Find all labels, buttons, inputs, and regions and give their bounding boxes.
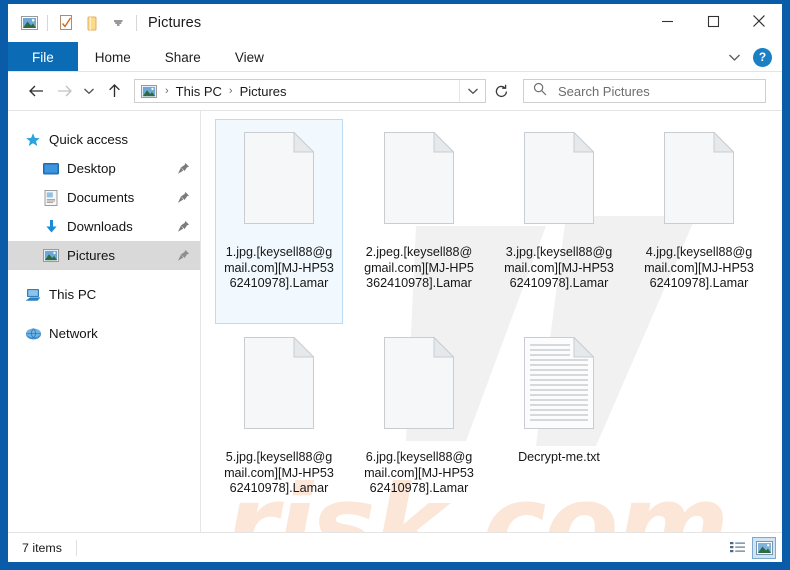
blank-file-icon xyxy=(244,337,314,443)
sidebar-item-pictures[interactable]: Pictures xyxy=(8,241,200,270)
breadcrumb-this-pc[interactable]: This PC xyxy=(175,84,223,99)
ribbon-tabs: File Home Share View ? xyxy=(8,42,782,72)
picture-icon xyxy=(42,247,60,265)
status-divider xyxy=(75,539,77,556)
file-list-view[interactable]: risk.com 1.jpg.[keysell88@gmail.com][MJ-… xyxy=(200,111,782,532)
sidebar-label: Network xyxy=(49,326,98,341)
tab-home[interactable]: Home xyxy=(78,42,148,72)
downloads-icon xyxy=(42,218,60,236)
sidebar-item-network[interactable]: Network xyxy=(8,319,200,348)
address-toolbar: › This PC › Pictures Search Pictures xyxy=(8,72,782,110)
sidebar-item-desktop[interactable]: Desktop xyxy=(8,154,200,183)
new-folder-icon[interactable] xyxy=(79,8,105,38)
pin-icon[interactable] xyxy=(177,191,190,204)
help-icon[interactable]: ? xyxy=(753,47,772,67)
this-pc-icon xyxy=(24,286,42,304)
navigation-pane: Quick access Desktop Documents Downloads… xyxy=(8,111,200,532)
tab-file[interactable]: File xyxy=(8,42,78,72)
explorer-body: Quick access Desktop Documents Downloads… xyxy=(8,110,782,532)
search-box[interactable]: Search Pictures xyxy=(523,79,766,103)
star-icon xyxy=(24,131,42,149)
sidebar-label: Documents xyxy=(67,190,135,205)
file-item[interactable]: 3.jpg.[keysell88@gmail.com][MJ-HP5362410… xyxy=(495,119,623,324)
refresh-icon[interactable] xyxy=(486,79,516,103)
file-item[interactable]: 6.jpg.[keysell88@gmail.com][MJ-HP5362410… xyxy=(355,324,483,529)
minimize-icon[interactable] xyxy=(644,4,690,38)
documents-icon xyxy=(42,189,60,207)
up-button[interactable] xyxy=(100,77,128,105)
tab-share[interactable]: Share xyxy=(148,42,218,72)
file-name: 4.jpg.[keysell88@gmail.com][MJ-HP5362410… xyxy=(644,245,754,291)
sidebar-item-documents[interactable]: Documents xyxy=(8,183,200,212)
maximize-icon[interactable] xyxy=(690,4,736,38)
sidebar-label: Pictures xyxy=(67,248,116,263)
toolbar-divider-2 xyxy=(136,15,137,31)
search-input[interactable]: Search Pictures xyxy=(558,84,650,99)
title-bar: Pictures xyxy=(8,4,782,42)
large-icons-view-icon[interactable] xyxy=(752,536,776,559)
ribbon-divider xyxy=(8,71,782,72)
sidebar-label: Downloads xyxy=(67,219,133,234)
breadcrumb-separator-2: › xyxy=(228,85,233,97)
sidebar-item-this-pc[interactable]: This PC xyxy=(8,280,200,309)
blank-file-icon xyxy=(384,337,454,443)
close-icon[interactable] xyxy=(736,4,782,38)
file-explorer-window: Pictures File Home Share View ? › This P… xyxy=(8,4,782,562)
file-name: 2.jpeg.[keysell88@gmail.com][MJ-HP536241… xyxy=(364,245,474,291)
back-button[interactable] xyxy=(22,77,50,105)
ribbon-right-controls: ? xyxy=(721,42,778,72)
file-name: 3.jpg.[keysell88@gmail.com][MJ-HP5362410… xyxy=(504,245,614,291)
blank-file-icon xyxy=(524,132,594,238)
view-mode-buttons xyxy=(726,536,776,559)
pin-icon[interactable] xyxy=(177,220,190,233)
sidebar-label: This PC xyxy=(49,287,97,302)
file-item[interactable]: 4.jpg.[keysell88@gmail.com][MJ-HP5362410… xyxy=(635,119,763,324)
details-view-icon[interactable] xyxy=(726,537,750,559)
sidebar-item-quick-access[interactable]: Quick access xyxy=(8,125,200,154)
file-name: 6.jpg.[keysell88@gmail.com][MJ-HP5362410… xyxy=(364,450,474,496)
address-bar[interactable]: › This PC › Pictures xyxy=(134,79,486,103)
status-bar: 7 items xyxy=(8,532,782,562)
item-count-label: 7 items xyxy=(22,540,62,555)
desktop-icon xyxy=(42,160,60,178)
file-name: Decrypt-me.txt xyxy=(518,450,600,464)
text-file-icon xyxy=(524,337,594,443)
file-item[interactable]: 1.jpg.[keysell88@gmail.com][MJ-HP5362410… xyxy=(215,119,343,324)
breadcrumb-separator-1: › xyxy=(165,85,169,97)
pin-icon[interactable] xyxy=(177,249,190,262)
sidebar-label: Desktop xyxy=(67,161,116,176)
recent-locations-chevron-down-icon[interactable] xyxy=(78,77,100,105)
tab-view[interactable]: View xyxy=(218,42,281,72)
address-dropdown-chevron-down-icon[interactable] xyxy=(459,80,485,102)
toolbar-divider xyxy=(47,15,48,31)
blank-file-icon xyxy=(384,132,454,238)
properties-icon[interactable] xyxy=(53,8,79,38)
file-name: 5.jpg.[keysell88@gmail.com][MJ-HP5362410… xyxy=(224,450,334,496)
pin-icon[interactable] xyxy=(177,162,190,175)
file-grid: 1.jpg.[keysell88@gmail.com][MJ-HP5362410… xyxy=(201,111,782,529)
file-item[interactable]: Decrypt-me.txt xyxy=(495,324,623,529)
picture-icon[interactable] xyxy=(16,8,42,38)
breadcrumb-pictures[interactable]: Pictures xyxy=(239,84,288,99)
file-item[interactable]: 2.jpeg.[keysell88@gmail.com][MJ-HP536241… xyxy=(355,119,483,324)
file-name: 1.jpg.[keysell88@gmail.com][MJ-HP5362410… xyxy=(224,245,334,291)
file-item[interactable]: 5.jpg.[keysell88@gmail.com][MJ-HP5362410… xyxy=(215,324,343,529)
sidebar-gap-2 xyxy=(8,309,200,319)
sidebar-item-downloads[interactable]: Downloads xyxy=(8,212,200,241)
breadcrumb-picture-icon xyxy=(141,84,159,98)
blank-file-icon xyxy=(244,132,314,238)
sidebar-label: Quick access xyxy=(49,132,129,147)
window-title: Pictures xyxy=(148,15,202,31)
expand-ribbon-chevron-down-icon[interactable] xyxy=(721,44,747,70)
chevron-down-icon[interactable] xyxy=(105,8,131,38)
forward-button xyxy=(50,77,78,105)
network-icon xyxy=(24,325,42,343)
window-controls xyxy=(644,4,782,38)
quick-access-toolbar xyxy=(16,8,142,38)
blank-file-icon xyxy=(664,132,734,238)
search-icon xyxy=(533,82,547,101)
